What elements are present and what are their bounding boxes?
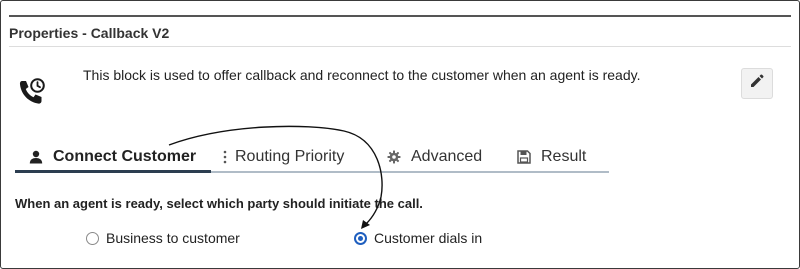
title-divider bbox=[9, 46, 791, 47]
call-initiation-question: When an agent is ready, select which par… bbox=[15, 196, 423, 211]
block-description: This block is used to offer callback and… bbox=[83, 67, 641, 83]
annotation-arrow bbox=[168, 125, 383, 229]
tab-label: Result bbox=[541, 148, 587, 165]
top-divider bbox=[9, 15, 791, 17]
tab-label: Advanced bbox=[411, 148, 483, 165]
radio-customer-dials-in[interactable]: Customer dials in bbox=[354, 230, 482, 246]
radio-button[interactable] bbox=[86, 231, 99, 245]
vertical-dots-icon bbox=[223, 150, 227, 164]
active-tab-indicator bbox=[15, 170, 211, 173]
tab-result[interactable]: Result bbox=[517, 143, 586, 171]
save-icon bbox=[517, 150, 531, 164]
person-icon bbox=[29, 150, 43, 164]
panel-title: Properties - Callback V2 bbox=[9, 25, 170, 41]
phone-callback-icon bbox=[16, 77, 46, 107]
tab-label: Connect Customer bbox=[53, 148, 197, 165]
tab-routing-priority[interactable]: Routing Priority bbox=[223, 143, 344, 171]
tab-label: Routing Priority bbox=[235, 148, 345, 165]
pencil-icon bbox=[749, 73, 765, 94]
radio-button[interactable] bbox=[354, 231, 367, 245]
properties-panel: Properties - Callback V2 This block is u… bbox=[0, 0, 800, 269]
radio-business-to-customer[interactable]: Business to customer bbox=[86, 230, 240, 246]
radio-label: Business to customer bbox=[106, 230, 240, 246]
radio-label: Customer dials in bbox=[374, 230, 483, 246]
tab-connect-customer[interactable]: Connect Customer bbox=[29, 143, 196, 171]
edit-button[interactable] bbox=[741, 68, 773, 99]
tab-bar: Connect Customer Routing Priority Advanc… bbox=[15, 143, 609, 173]
gear-icon bbox=[387, 150, 401, 164]
tab-advanced[interactable]: Advanced bbox=[387, 143, 482, 171]
